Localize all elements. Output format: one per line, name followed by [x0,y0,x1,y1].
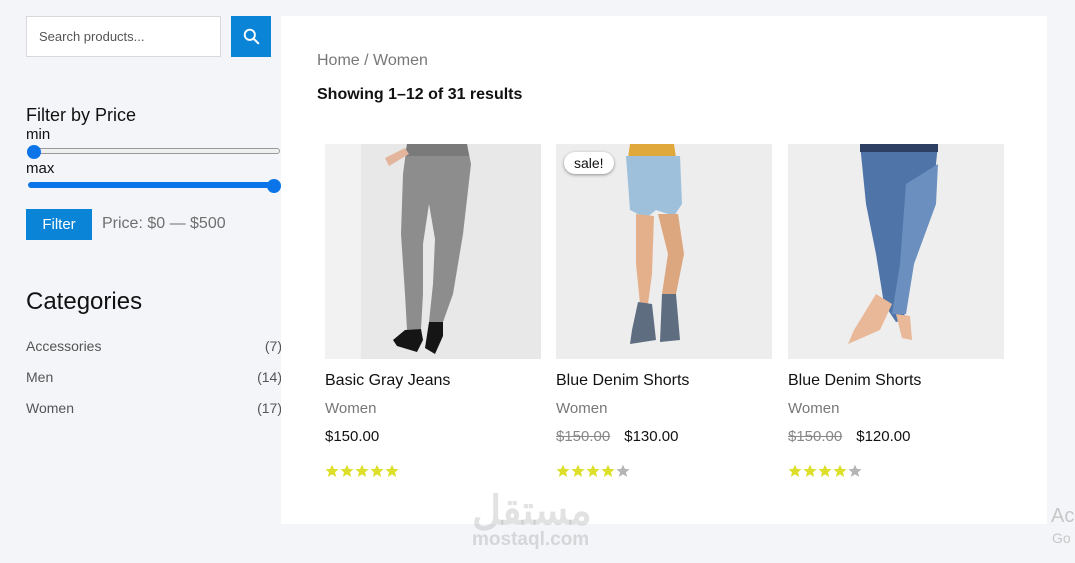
category-link[interactable]: Men [26,369,53,400]
watermark-url: mostaql.com [472,529,590,550]
category-count: (14) [257,369,282,385]
min-label: min [26,126,51,143]
sidebar: Filter by Price min max Filter Price: $0… [26,16,284,416]
filter-button[interactable]: Filter [26,209,92,240]
star-rating [788,464,862,478]
blue-jeans-image[interactable] [788,144,1004,359]
product-card: Blue Denim Shorts Women $150.00 $120.00 [788,144,1004,477]
current-price: $150.00 [325,428,380,445]
product-price: $150.00 $130.00 [556,428,678,445]
star-filled-icon [833,464,847,477]
original-price: $150.00 [788,428,843,445]
star-rating [556,464,630,478]
star-filled-icon [385,464,399,477]
star-filled-icon [556,464,570,477]
star-filled-icon [571,464,585,477]
max-price-slider[interactable] [28,182,280,188]
star-filled-icon [818,464,832,477]
product-price: $150.00 $120.00 [788,428,910,445]
star-filled-icon [586,464,600,477]
denim-shorts-image[interactable]: sale! [556,144,772,359]
product-title[interactable]: Basic Gray Jeans [325,372,450,390]
category-link[interactable]: Accessories [26,338,101,369]
search-button[interactable] [231,16,271,57]
min-price-slider[interactable] [28,148,280,154]
category-item-men: Men (14) [26,369,282,400]
product-card: sale! Blue Denim Shorts Women $150.00 $13… [556,144,772,477]
product-listing: Home / Women Showing 1–12 of 31 results … [281,16,1047,524]
search-icon [243,28,259,45]
original-price: $150.00 [556,428,611,445]
os-activation-notice: Ac [1051,505,1075,527]
min-slider-handle[interactable] [27,145,41,159]
category-item-women: Women (17) [26,400,282,431]
categories-title: Categories [26,288,143,315]
breadcrumb-separator: / [359,52,374,69]
star-filled-icon [355,464,369,477]
product-title[interactable]: Blue Denim Shorts [788,372,921,390]
category-count: (7) [264,338,282,354]
star-empty-icon [848,464,862,477]
max-label: max [26,160,55,177]
breadcrumb-current: Women [373,52,428,69]
product-category[interactable]: Women [325,400,376,417]
star-filled-icon [788,464,802,477]
product-card: Basic Gray Jeans Women $150.00 [325,144,541,477]
current-price: $130.00 [624,428,679,445]
star-filled-icon [370,464,384,477]
star-empty-icon [616,464,630,477]
star-filled-icon [325,464,339,477]
category-item-accessories: Accessories (7) [26,338,282,369]
gray-jeans-image[interactable] [325,144,541,359]
product-category[interactable]: Women [788,400,839,417]
sale-badge: sale! [564,152,614,174]
current-price: $120.00 [856,428,911,445]
product-category[interactable]: Women [556,400,607,417]
star-filled-icon [340,464,354,477]
breadcrumb-home[interactable]: Home [317,52,360,69]
product-price: $150.00 [325,428,379,445]
price-range-text: Price: $0 — $500 [102,215,226,232]
result-count: Showing 1–12 of 31 results [317,86,523,103]
star-rating [325,464,399,478]
price-filter-title: Filter by Price [26,105,137,125]
search-form [26,16,284,57]
breadcrumb: Home / Women [317,52,428,70]
max-slider-handle[interactable] [267,179,281,193]
category-count: (17) [257,400,282,416]
os-activation-link: Go [1052,530,1071,546]
category-list: Accessories (7) Men (14) Women (17) [26,338,282,431]
product-title[interactable]: Blue Denim Shorts [556,372,689,390]
star-filled-icon [601,464,615,477]
category-link[interactable]: Women [26,400,74,431]
watermark-logo: مستقل [472,489,592,533]
star-filled-icon [803,464,817,477]
search-input[interactable] [26,16,221,57]
